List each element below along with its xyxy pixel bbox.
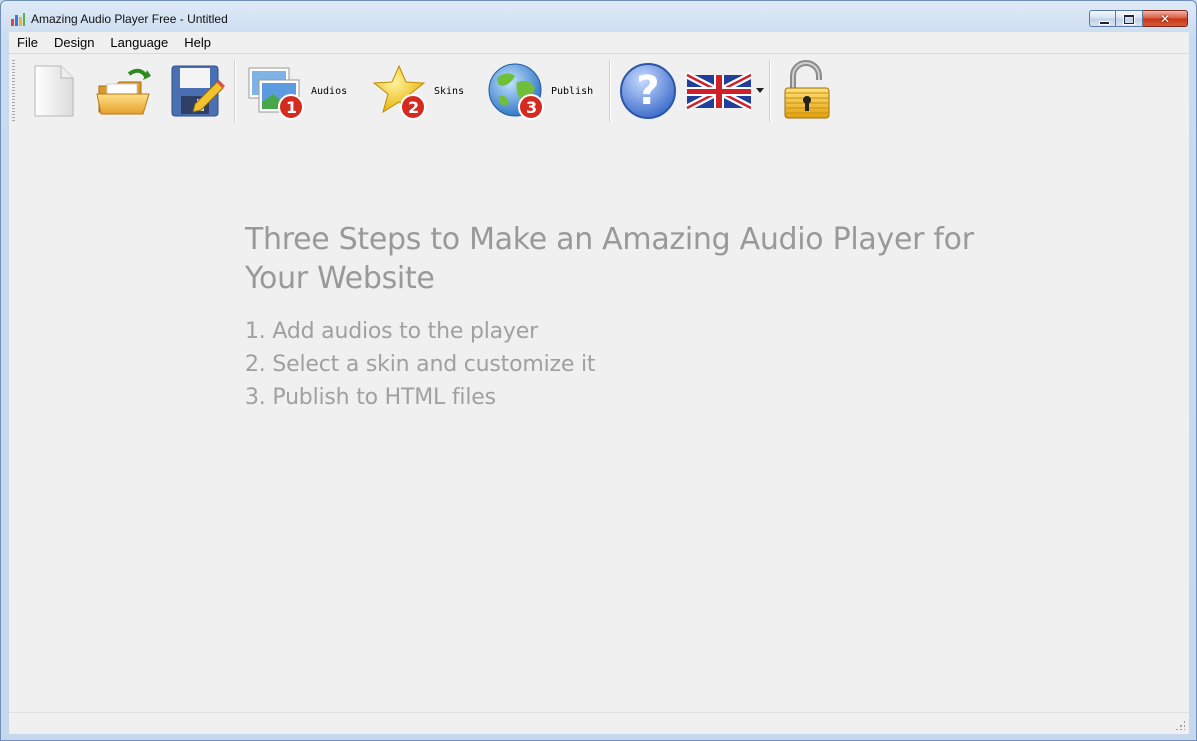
skins-label: Skins	[434, 86, 465, 97]
help-glyph: ?	[636, 68, 660, 114]
menu-design[interactable]: Design	[46, 32, 102, 53]
toolbar-grip[interactable]	[12, 60, 15, 122]
toolbar-separator	[234, 60, 236, 122]
maximize-icon	[1124, 15, 1134, 24]
audios-button[interactable]: 1 Audios	[245, 60, 355, 122]
list-item: 1. Add audios to the player	[245, 319, 538, 344]
uk-flag-icon	[685, 71, 751, 112]
menu-file[interactable]: File	[9, 32, 46, 53]
skins-star-icon	[372, 64, 426, 120]
maximize-button[interactable]	[1116, 10, 1143, 27]
steps-list: 1. Add audios to the player 2. Select a …	[245, 315, 596, 414]
close-button[interactable]: ✕	[1143, 10, 1188, 27]
menu-help[interactable]: Help	[176, 32, 219, 53]
minimize-icon	[1099, 21, 1110, 25]
minimize-button[interactable]	[1089, 10, 1116, 27]
publish-globe-icon	[488, 63, 544, 120]
audios-label: Audios	[311, 86, 348, 97]
skins-button[interactable]: 2 Skins	[369, 60, 469, 122]
title-bar[interactable]: Amazing Audio Player Free - Untitled ✕	[1, 1, 1196, 33]
main-content: Three Steps to Make an Amazing Audio Pla…	[9, 128, 1189, 712]
status-bar	[9, 712, 1189, 734]
app-window: Amazing Audio Player Free - Untitled ✕ F…	[0, 0, 1197, 741]
unlock-button[interactable]	[779, 60, 839, 122]
publish-label: Publish	[551, 86, 594, 97]
menu-bar: File Design Language Help	[9, 32, 1189, 53]
open-folder-icon	[96, 68, 151, 115]
page-headline: Three Steps to Make an Amazing Audio Pla…	[245, 222, 974, 296]
unlock-padlock-icon	[784, 60, 830, 119]
toolbar-separator	[609, 60, 611, 122]
step-badge: 3	[526, 98, 538, 117]
close-icon: ✕	[1159, 11, 1171, 26]
resize-grip[interactable]	[1175, 720, 1185, 730]
open-button[interactable]	[93, 60, 155, 122]
new-button[interactable]	[29, 60, 81, 122]
caption-buttons: ✕	[1089, 10, 1188, 29]
list-item: 2. Select a skin and customize it	[245, 352, 596, 377]
chevron-down-icon[interactable]	[756, 88, 764, 94]
help-button[interactable]: ?	[617, 60, 679, 122]
step-badge: 2	[408, 98, 420, 117]
save-icon	[171, 65, 225, 117]
app-logo-icon	[11, 13, 25, 26]
toolbar-separator	[769, 60, 771, 122]
toolbar: 1 Audios 2 Skins 3 Publish ?	[9, 53, 1189, 129]
window-title: Amazing Audio Player Free - Untitled	[31, 12, 228, 26]
list-item: 3. Publish to HTML files	[245, 385, 496, 410]
new-document-icon	[34, 65, 74, 117]
save-button[interactable]	[167, 60, 225, 122]
language-button[interactable]	[685, 60, 767, 122]
step-badge: 1	[286, 98, 298, 117]
publish-button[interactable]: 3 Publish	[485, 60, 601, 122]
audios-icon	[248, 67, 304, 120]
menu-language[interactable]: Language	[102, 32, 176, 53]
